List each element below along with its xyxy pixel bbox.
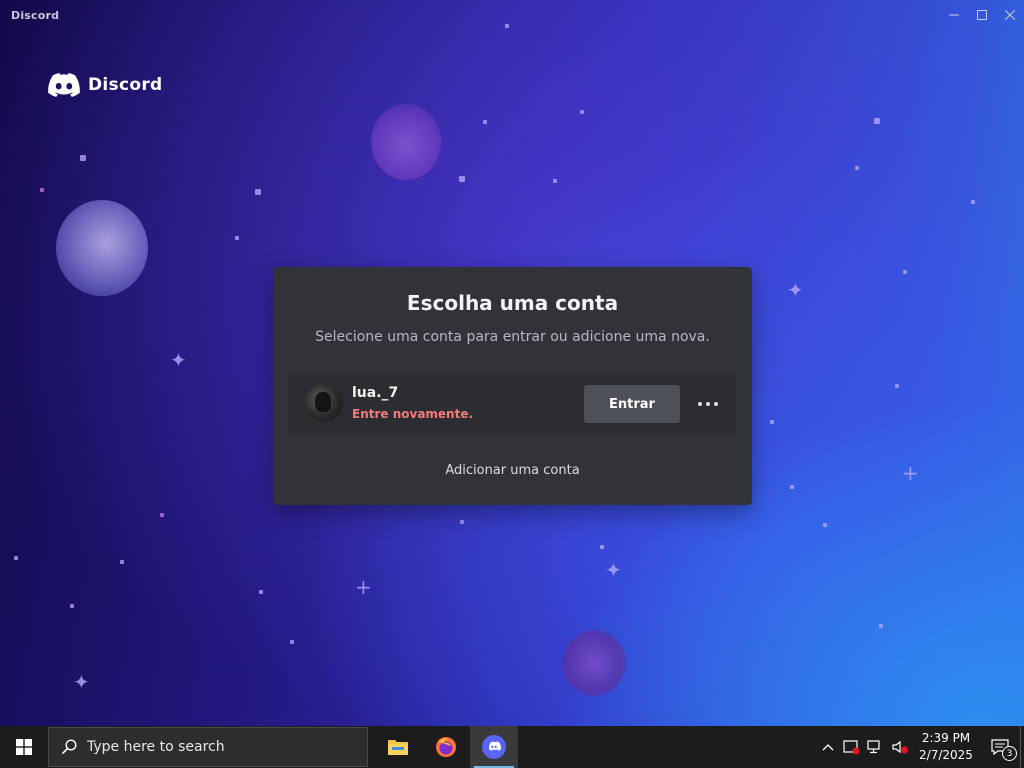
account-status: Entre novamente. <box>352 407 474 421</box>
file-explorer-icon <box>388 740 408 755</box>
taskbar-clock[interactable]: 2:39 PM 2/7/2025 <box>912 730 980 764</box>
maximize-button[interactable] <box>968 0 996 30</box>
window-titlebar: Discord <box>0 0 1024 32</box>
show-desktop-button[interactable] <box>1020 726 1024 768</box>
chevron-up-icon <box>822 744 834 751</box>
more-dot-icon <box>698 402 702 406</box>
more-options-button[interactable] <box>691 390 725 418</box>
more-dot-icon <box>706 402 710 406</box>
discord-window: ✦ ✦ ✦ ✦ + + Discord Discord Escolha uma … <box>0 0 1024 726</box>
window-title: Discord <box>11 9 60 22</box>
start-button[interactable] <box>0 726 48 768</box>
account-row: lua._7 Entre novamente. Entrar <box>289 373 736 435</box>
brand-name: Discord <box>88 75 163 95</box>
security-alert-icon <box>843 740 860 755</box>
more-dot-icon <box>714 402 718 406</box>
login-button[interactable]: Entrar <box>584 385 680 423</box>
volume-muted-icon <box>892 740 908 754</box>
tray-security-button[interactable] <box>840 726 864 768</box>
tray-overflow-button[interactable] <box>816 726 840 768</box>
tray-network-button[interactable] <box>864 726 888 768</box>
discord-logo-icon <box>48 73 80 97</box>
windows-logo-icon <box>16 739 32 755</box>
avatar <box>305 384 343 422</box>
maximize-icon <box>977 10 987 20</box>
clock-time: 2:39 PM <box>921 731 971 745</box>
tray-volume-button[interactable] <box>888 726 912 768</box>
taskbar-discord[interactable] <box>470 726 518 768</box>
taskbar-search-box[interactable]: Type here to search <box>48 727 368 767</box>
windows-taskbar: Type here to search 2:39 PM 2/7/2025 3 <box>0 726 1024 768</box>
search-placeholder: Type here to search <box>87 739 225 755</box>
discord-brand: Discord <box>48 73 162 97</box>
close-button[interactable] <box>996 0 1024 30</box>
modal-subtitle: Selecione uma conta para entrar ou adici… <box>315 329 710 345</box>
modal-title: Escolha uma conta <box>406 291 619 315</box>
notification-count-badge: 3 <box>1002 746 1017 761</box>
minimize-icon <box>949 14 959 16</box>
action-center-button[interactable]: 3 <box>980 726 1020 768</box>
system-tray: 2:39 PM 2/7/2025 3 <box>816 726 1024 768</box>
choose-account-modal: Escolha uma conta Selecione uma conta pa… <box>273 267 752 505</box>
close-icon <box>1005 10 1015 20</box>
window-controls <box>940 0 1024 30</box>
discord-icon <box>482 735 506 759</box>
search-icon <box>61 739 77 755</box>
clock-date: 2/7/2025 <box>919 748 973 762</box>
firefox-icon <box>436 737 456 757</box>
taskbar-firefox[interactable] <box>422 726 470 768</box>
taskbar-file-explorer[interactable] <box>374 726 422 768</box>
minimize-button[interactable] <box>940 0 968 30</box>
account-username: lua._7 <box>352 385 399 401</box>
network-icon <box>867 740 880 754</box>
add-account-link[interactable]: Adicionar uma conta <box>273 463 752 478</box>
